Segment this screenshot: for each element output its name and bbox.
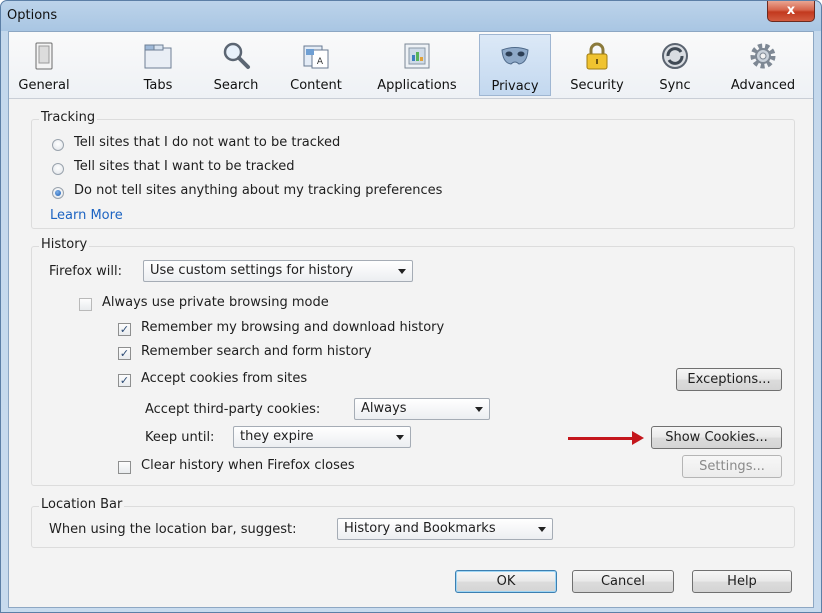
search-icon — [223, 42, 250, 69]
ok-button[interactable]: OK — [455, 570, 557, 593]
tab-content[interactable]: A Content — [277, 34, 355, 96]
learn-more-link[interactable]: Learn More — [50, 208, 123, 223]
radio-do-not-track[interactable] — [52, 139, 64, 151]
settings-button[interactable]: Settings... — [682, 455, 782, 478]
chevron-down-icon — [475, 407, 483, 412]
privacy-mask-icon — [501, 47, 529, 65]
private-mode-checkbox[interactable] — [79, 298, 92, 311]
title-bar: Options x — [1, 1, 821, 31]
tab-advanced[interactable]: Advanced — [719, 34, 807, 96]
lock-icon — [586, 42, 608, 70]
cancel-button[interactable]: Cancel — [572, 570, 674, 593]
tab-tabs[interactable]: Tabs — [127, 34, 189, 96]
accept-cookies-label: Accept cookies from sites — [141, 371, 308, 386]
show-cookies-button[interactable]: Show Cookies... — [651, 426, 782, 449]
tracking-group-title: Tracking — [39, 110, 98, 125]
radio-want-tracking[interactable] — [52, 163, 64, 175]
remember-browsing-label: Remember my browsing and download histor… — [141, 320, 445, 335]
options-window: Options x General Tabs Search A Content — [0, 0, 822, 613]
firefox-will-select[interactable]: Use custom settings for history — [143, 260, 413, 282]
tab-applications[interactable]: Applications — [361, 34, 473, 96]
applications-icon — [404, 43, 430, 69]
svg-text:A: A — [317, 57, 324, 67]
tab-privacy[interactable]: Privacy — [479, 34, 551, 96]
tab-general[interactable]: General — [13, 34, 75, 96]
chevron-down-icon — [398, 269, 406, 274]
third-party-cookies-select[interactable]: Always — [354, 398, 490, 420]
annotation-arrow-line — [568, 437, 634, 440]
gear-icon — [750, 43, 776, 69]
remember-browsing-checkbox[interactable]: ✓ — [118, 323, 131, 336]
content-icon: A — [303, 45, 329, 69]
private-mode-label: Always use private browsing mode — [102, 295, 329, 310]
tab-sync[interactable]: Sync — [645, 34, 705, 96]
location-suggest-select[interactable]: History and Bookmarks — [337, 518, 553, 540]
window-title: Options — [7, 8, 58, 23]
history-group-title: History — [39, 237, 90, 252]
clear-history-checkbox[interactable] — [118, 461, 131, 474]
annotation-arrow-head — [632, 431, 644, 445]
radio-want-tracking-label: Tell sites that I want to be tracked — [74, 159, 295, 174]
remember-search-label: Remember search and form history — [141, 344, 372, 359]
clear-history-label: Clear history when Firefox closes — [141, 458, 355, 473]
radio-do-not-track-label: Tell sites that I do not want to be trac… — [74, 135, 341, 150]
close-button[interactable]: x — [767, 1, 815, 22]
help-button[interactable]: Help — [692, 570, 792, 593]
location-bar-group-title: Location Bar — [39, 497, 125, 512]
tab-search[interactable]: Search — [201, 34, 271, 96]
chevron-down-icon — [538, 527, 546, 532]
exceptions-button[interactable]: Exceptions... — [676, 368, 782, 391]
remember-search-checkbox[interactable]: ✓ — [118, 347, 131, 360]
chevron-down-icon — [396, 435, 404, 440]
history-group — [31, 246, 795, 486]
preferences-toolbar: General Tabs Search A Content Applicatio… — [9, 32, 813, 99]
third-party-cookies-label: Accept third-party cookies: — [145, 402, 321, 417]
sync-icon — [662, 43, 688, 69]
radio-no-preference[interactable] — [52, 187, 64, 199]
radio-no-preference-label: Do not tell sites anything about my trac… — [74, 183, 443, 198]
accept-cookies-checkbox[interactable]: ✓ — [118, 374, 131, 387]
general-icon — [35, 42, 53, 70]
keep-until-label: Keep until: — [145, 430, 215, 445]
tabs-icon — [144, 44, 172, 69]
location-suggest-label: When using the location bar, suggest: — [49, 522, 297, 537]
firefox-will-label: Firefox will: — [49, 264, 123, 279]
tab-security[interactable]: Security — [557, 34, 637, 96]
keep-until-select[interactable]: they expire — [233, 426, 411, 448]
